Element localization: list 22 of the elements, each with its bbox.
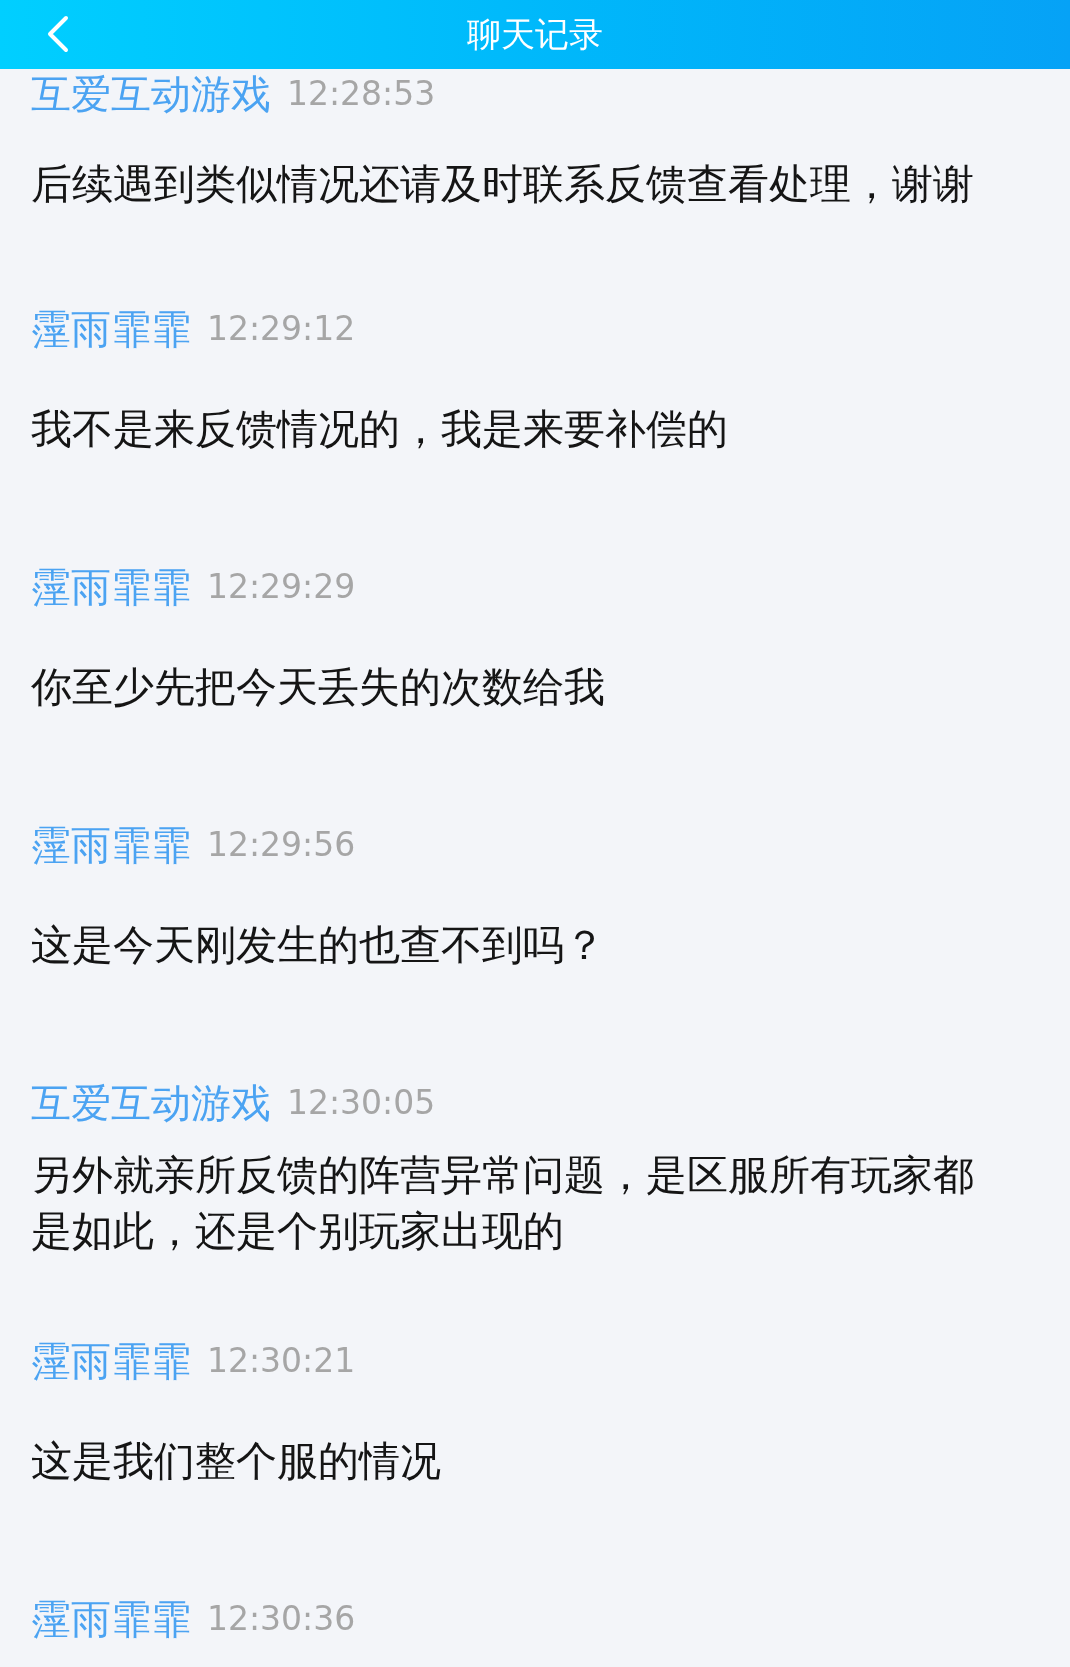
back-icon[interactable] [46,14,70,54]
sender-name: 霪雨霏霏 [31,821,191,870]
message-text: 我不是来反馈情况的，我是来要补偿的 [31,404,729,455]
sender-name: 霪雨霏霏 [31,563,191,612]
message-time: 12:29:56 [207,824,356,867]
message-time: 12:28:53 [287,73,436,116]
message-time: 12:30:05 [287,1082,436,1125]
message-text: 这是我们整个服的情况 [31,1436,442,1487]
message-time: 12:30:21 [207,1340,356,1383]
sender-name: 互爱互动游戏 [31,1079,271,1128]
message-time: 12:30:36 [207,1598,356,1641]
sender-name: 霪雨霏霏 [31,1337,191,1386]
message-time: 12:29:29 [207,566,356,609]
page-title: 聊天记录 [467,13,603,56]
sender-name: 互爱互动游戏 [31,70,271,119]
sender-name: 霪雨霏霏 [31,1595,191,1644]
message-text: 后续遇到类似情况还请及时联系反馈查看处理，谢谢 [31,159,975,210]
message-text: 你至少先把今天丢失的次数给我 [31,662,606,713]
message-text: 这是今天刚发生的也查不到吗？ [31,920,606,971]
sender-name: 霪雨霏霏 [31,305,191,354]
message-text: 另外就亲所反馈的阵营异常问题，是区服所有玩家都是如此，还是个别玩家出现的 [31,1150,975,1257]
message-time: 12:29:12 [207,308,356,351]
